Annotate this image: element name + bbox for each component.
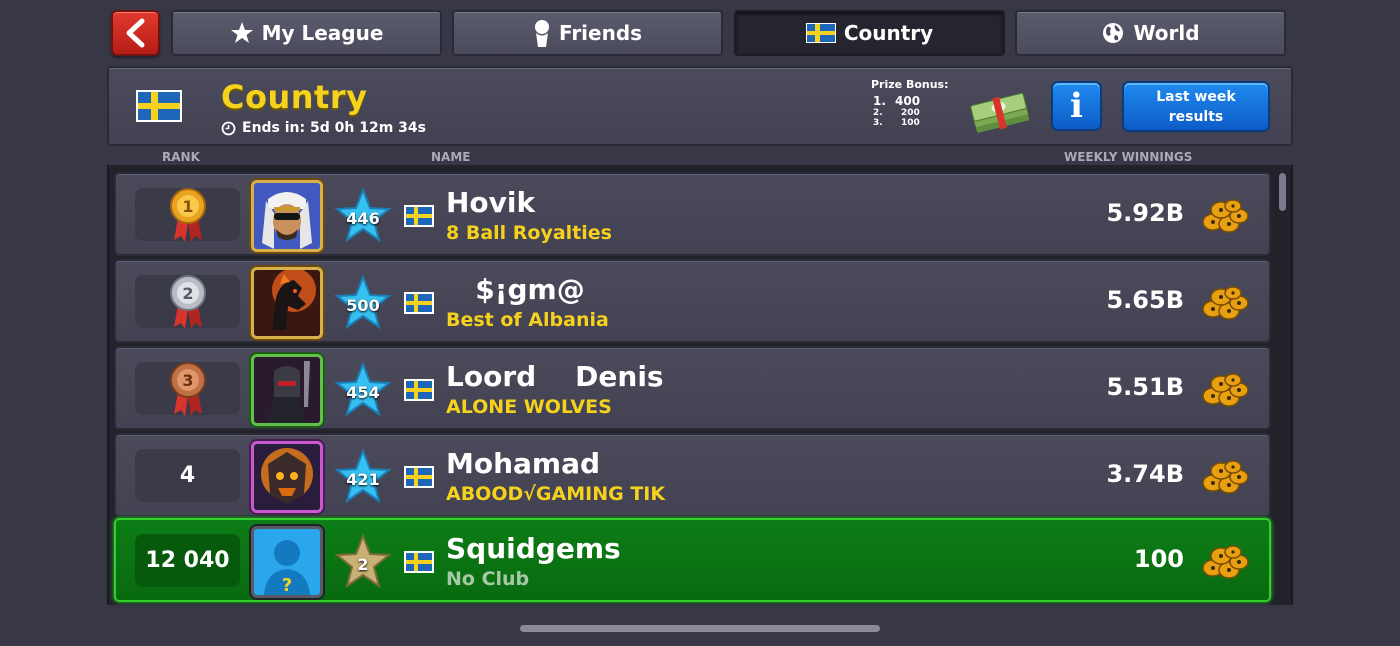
countdown: Ends in: 5d 0h 12m 34s bbox=[221, 120, 426, 136]
level-number: 2 bbox=[357, 555, 369, 574]
level-number: 446 bbox=[346, 209, 380, 228]
avatar bbox=[251, 267, 323, 339]
rank-box: 3 bbox=[135, 361, 240, 416]
sweden-flag-icon bbox=[136, 90, 182, 122]
sweden-flag-icon bbox=[404, 551, 434, 573]
club-name: Best of Albania bbox=[446, 309, 609, 331]
leaderboard-row[interactable]: 3 454 Loord Denis ALONE WOLVES 5.51B bbox=[114, 346, 1271, 430]
rank-box: 1 bbox=[135, 187, 240, 242]
club-name: ALONE WOLVES bbox=[446, 396, 612, 418]
rank-box: 4 bbox=[135, 449, 240, 502]
countdown-text: Ends in: 5d 0h 12m 34s bbox=[242, 120, 426, 136]
avatar bbox=[251, 441, 323, 513]
last-week-results-button[interactable]: Last week results bbox=[1122, 81, 1270, 132]
person-icon bbox=[534, 20, 549, 47]
info-button[interactable]: i bbox=[1051, 81, 1102, 131]
rank-number: 12 040 bbox=[145, 548, 230, 573]
globe-icon bbox=[1103, 23, 1124, 43]
weekly-winnings: 100 bbox=[1133, 545, 1184, 573]
leaderboard-row[interactable]: 2 500 $¡gm@ Best of Albania 5.65B bbox=[114, 259, 1271, 343]
gold-medal-icon: 1 bbox=[169, 187, 206, 242]
player-name: Squidgems bbox=[446, 532, 621, 565]
league-header: Country Ends in: 5d 0h 12m 34s Prize Bon… bbox=[107, 66, 1293, 146]
avatar bbox=[251, 354, 323, 426]
tab-friends[interactable]: Friends bbox=[452, 10, 723, 56]
leaderboard-list[interactable]: 1 446 Hovik 8 Ball Royalties 5.92B 2 500… bbox=[107, 165, 1293, 605]
info-icon: i bbox=[1070, 86, 1083, 126]
weekly-winnings: 5.65B bbox=[1106, 286, 1184, 314]
prize-label: Prize Bonus: bbox=[871, 78, 949, 91]
player-avatar-icon bbox=[254, 444, 320, 510]
prize-row: 3. 100 bbox=[873, 118, 920, 128]
rank-box: 12 040 bbox=[135, 534, 240, 587]
weekly-winnings: 5.92B bbox=[1106, 199, 1184, 227]
column-header-rank: RANK bbox=[162, 150, 200, 164]
back-button[interactable] bbox=[111, 10, 160, 56]
cash-stack-icon bbox=[970, 93, 1030, 133]
player-name: Hovik bbox=[446, 186, 536, 219]
clock-icon bbox=[221, 121, 236, 135]
home-indicator[interactable] bbox=[520, 625, 880, 632]
avatar bbox=[251, 180, 323, 252]
sweden-flag-icon bbox=[404, 466, 434, 488]
level-number: 421 bbox=[346, 470, 380, 489]
player-avatar-icon bbox=[254, 270, 320, 336]
prize-row: 1. 400 bbox=[873, 94, 921, 108]
player-name: Mohamad bbox=[446, 447, 601, 480]
rank-box: 2 bbox=[135, 274, 240, 329]
coins-icon bbox=[1202, 286, 1249, 320]
silver-medal-icon: 2 bbox=[169, 274, 206, 329]
coins-icon bbox=[1202, 199, 1249, 233]
leaderboard-row[interactable]: 4 421 Mohamad ABOOD√GAMING TIK 3.74B bbox=[114, 433, 1271, 517]
bronze-medal-icon: 3 bbox=[169, 361, 206, 416]
player-name: Loord Denis bbox=[446, 360, 664, 393]
leaderboard-row[interactable]: 1 446 Hovik 8 Ball Royalties 5.92B bbox=[114, 172, 1271, 256]
rank-number: 4 bbox=[179, 463, 196, 488]
coins-icon bbox=[1202, 460, 1249, 494]
level-number: 500 bbox=[346, 296, 380, 315]
tab-label: My League bbox=[261, 21, 384, 45]
club-name: 8 Ball Royalties bbox=[446, 222, 612, 244]
column-header-name: NAME bbox=[431, 150, 471, 164]
tab-country[interactable]: Country bbox=[734, 10, 1005, 56]
column-header-winnings: WEEKLY WINNINGS bbox=[1064, 150, 1193, 164]
tab-my-league[interactable]: My League bbox=[171, 10, 442, 56]
back-arrow-icon bbox=[126, 18, 144, 48]
last-week-label: Last week results bbox=[1156, 88, 1236, 125]
default-avatar-icon: ? bbox=[254, 529, 320, 595]
coins-icon bbox=[1202, 545, 1249, 579]
tab-label: World bbox=[1133, 21, 1200, 45]
avatar: ? bbox=[251, 526, 323, 598]
level-number: 454 bbox=[346, 383, 380, 402]
player-avatar-icon bbox=[254, 357, 320, 423]
prize-bonus: Prize Bonus: 1. 400 2. 200 3. 100 bbox=[871, 78, 961, 128]
club-name: No Club bbox=[446, 568, 530, 590]
rank-number: 1 bbox=[182, 197, 193, 216]
player-avatar-icon bbox=[254, 183, 320, 249]
sweden-flag-icon bbox=[404, 379, 434, 401]
sweden-flag-icon bbox=[805, 23, 836, 43]
club-name: ABOOD√GAMING TIK bbox=[446, 483, 666, 505]
prize-row: 2. 200 bbox=[873, 108, 920, 118]
tab-label: Country bbox=[843, 21, 934, 45]
sweden-flag-icon bbox=[404, 292, 434, 314]
rank-number: 3 bbox=[182, 371, 193, 390]
player-name: $¡gm@ bbox=[446, 273, 585, 306]
scrollbar-thumb[interactable] bbox=[1279, 173, 1286, 211]
my-leaderboard-row[interactable]: 12 040 ? 2 Squidgems No Club 100 bbox=[114, 518, 1271, 602]
rank-number: 2 bbox=[182, 284, 193, 303]
sweden-flag-icon bbox=[404, 205, 434, 227]
svg-text:?: ? bbox=[282, 575, 292, 595]
tab-label: Friends bbox=[558, 21, 643, 45]
weekly-winnings: 5.51B bbox=[1106, 373, 1184, 401]
page-title: Country bbox=[221, 78, 368, 116]
star-icon bbox=[230, 22, 253, 43]
tab-world[interactable]: World bbox=[1015, 10, 1286, 56]
coins-icon bbox=[1202, 373, 1249, 407]
weekly-winnings: 3.74B bbox=[1106, 460, 1184, 488]
